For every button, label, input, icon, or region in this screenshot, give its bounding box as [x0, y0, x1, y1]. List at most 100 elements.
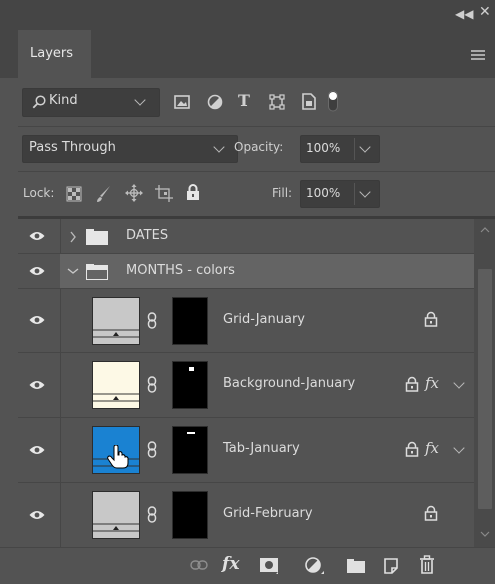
lock-artboard-icon[interactable] — [155, 185, 173, 202]
eye-icon — [29, 381, 45, 389]
link-layers-icon[interactable] — [190, 560, 208, 570]
link-icon[interactable] — [147, 312, 157, 330]
opacity-label: Opacity: — [234, 140, 284, 154]
eye-icon — [29, 267, 45, 275]
search-icon — [32, 95, 46, 109]
fill-value: 100% — [306, 186, 341, 200]
eye-icon — [29, 232, 45, 240]
effects-icon[interactable]: fx — [425, 374, 439, 392]
smart-object-filter-icon[interactable] — [301, 93, 316, 110]
eye-icon — [29, 316, 45, 324]
layers-list: DATES MONTHS - colors Grid-January Backg… — [18, 219, 495, 547]
type-filter-icon[interactable]: T — [238, 91, 250, 110]
lock-icon — [405, 441, 419, 457]
chevron-down-icon[interactable] — [359, 141, 371, 153]
chevron-right-icon[interactable] — [69, 231, 77, 243]
lock-all-icon[interactable] — [186, 183, 200, 201]
visibility-toggle[interactable] — [18, 418, 60, 482]
hand-cursor-icon — [107, 445, 129, 469]
layer-row[interactable]: Grid-January — [18, 289, 495, 353]
lock-transparent-pixels-icon[interactable] — [66, 186, 82, 202]
collapse-panel-icon[interactable]: ◀◀ — [455, 8, 473, 20]
scroll-down-icon[interactable] — [480, 531, 490, 537]
lock-row: Lock: Fill: 100% — [18, 172, 495, 216]
layer-thumbnail[interactable] — [92, 361, 140, 409]
add-mask-icon[interactable] — [259, 557, 279, 575]
eye-icon — [29, 446, 45, 454]
chevron-down-icon[interactable] — [453, 442, 465, 454]
layer-name[interactable]: MONTHS - colors — [126, 263, 235, 278]
lock-icon — [424, 505, 438, 521]
layer-mask-thumbnail[interactable] — [172, 426, 208, 474]
opacity-field[interactable]: 100% — [300, 135, 380, 163]
tab-layers[interactable]: Layers — [18, 30, 91, 78]
lock-label: Lock: — [23, 186, 55, 200]
folder-icon — [86, 229, 108, 245]
chevron-down-icon[interactable] — [453, 377, 465, 389]
add-style-icon[interactable]: fx — [222, 554, 239, 574]
scrollbar-thumb[interactable] — [478, 269, 492, 509]
adjustment-filter-icon[interactable] — [207, 94, 223, 110]
chevron-down-icon — [134, 94, 146, 106]
chevron-down-icon[interactable] — [67, 267, 79, 275]
delete-layer-icon[interactable] — [419, 555, 435, 575]
panel-menu-icon[interactable] — [471, 50, 485, 62]
chevron-down-icon — [213, 141, 225, 153]
fill-field[interactable]: 100% — [300, 180, 380, 208]
lock-icon — [424, 311, 438, 327]
blend-mode-dropdown[interactable]: Pass Through — [22, 135, 238, 163]
new-group-icon[interactable] — [347, 559, 365, 573]
layer-mask-thumbnail[interactable] — [172, 361, 208, 409]
layer-mask-thumbnail[interactable] — [172, 297, 208, 345]
kind-filter-dropdown[interactable]: Kind — [22, 88, 160, 117]
layer-name[interactable]: DATES — [126, 228, 168, 243]
chevron-down-icon[interactable] — [359, 186, 371, 198]
tab-layers-label: Layers — [30, 46, 74, 61]
visibility-toggle[interactable] — [18, 289, 60, 352]
image-filter-icon[interactable] — [174, 95, 190, 109]
new-layer-icon[interactable] — [382, 557, 400, 575]
filter-row: Kind T — [18, 78, 495, 126]
blend-row: Pass Through Opacity: 100% — [18, 127, 495, 171]
layers-footer: fx — [0, 547, 495, 584]
lock-image-pixels-icon[interactable] — [96, 185, 112, 203]
layer-thumbnail[interactable] — [92, 491, 140, 539]
kind-filter-label: Kind — [49, 93, 78, 108]
visibility-toggle[interactable] — [18, 353, 60, 417]
scroll-up-icon[interactable] — [480, 227, 490, 233]
close-panel-icon[interactable]: ✕ — [479, 5, 491, 19]
link-icon[interactable] — [147, 376, 157, 394]
shape-filter-icon[interactable] — [269, 94, 285, 110]
layer-name[interactable]: Grid-February — [223, 506, 313, 521]
fill-label: Fill: — [272, 186, 293, 200]
layer-row-group-selected[interactable]: MONTHS - colors — [18, 254, 495, 289]
eye-icon — [29, 511, 45, 519]
visibility-toggle[interactable] — [18, 254, 60, 288]
opacity-value: 100% — [306, 141, 341, 155]
layer-mask-thumbnail[interactable] — [172, 491, 208, 539]
link-icon[interactable] — [147, 506, 157, 524]
new-adjustment-icon[interactable] — [305, 557, 325, 575]
layer-name[interactable]: Grid-January — [223, 312, 305, 327]
layers-scrollbar[interactable] — [474, 219, 495, 547]
layer-row-group[interactable]: DATES — [18, 219, 495, 254]
filter-toggle-icon[interactable] — [327, 90, 339, 112]
blend-mode-value: Pass Through — [29, 140, 116, 155]
lock-icon — [405, 376, 419, 392]
visibility-toggle[interactable] — [18, 483, 60, 547]
layer-name[interactable]: Background-January — [223, 376, 355, 391]
panel-titlebar: ◀◀ ✕ — [0, 0, 495, 30]
layer-thumbnail[interactable] — [92, 297, 140, 345]
panel-tabbar: Layers — [0, 30, 495, 78]
folder-open-icon — [86, 264, 108, 280]
layer-row[interactable]: Background-January fx — [18, 353, 495, 418]
effects-icon[interactable]: fx — [425, 439, 439, 457]
lock-position-icon[interactable] — [125, 184, 143, 202]
layers-panel: ◀◀ ✕ Layers Kind T Pass Through Opacity:… — [0, 0, 495, 584]
layer-name[interactable]: Tab-January — [223, 441, 300, 456]
visibility-toggle[interactable] — [18, 219, 60, 253]
layer-thumbnail[interactable] — [92, 426, 140, 474]
layer-row[interactable]: Tab-January fx — [18, 418, 495, 483]
link-icon[interactable] — [147, 441, 157, 459]
layer-row[interactable]: Grid-February — [18, 483, 495, 547]
